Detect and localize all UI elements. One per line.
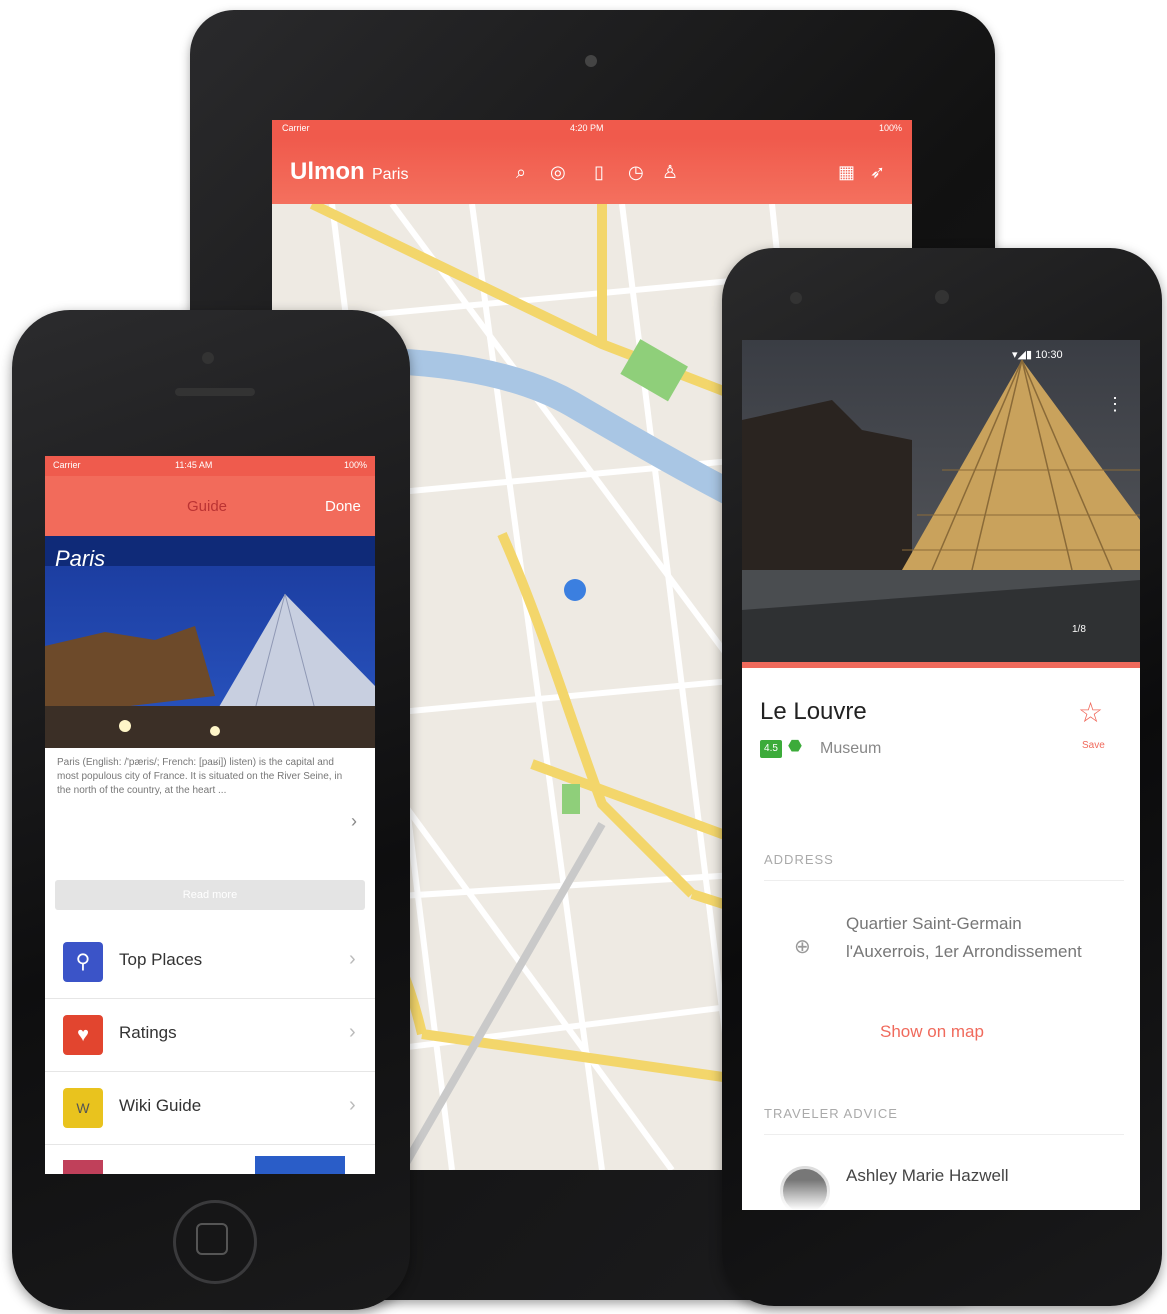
city-name: Paris (55, 546, 106, 571)
read-more-button[interactable]: Read more (55, 880, 365, 910)
pin-icon: ⚲ (63, 942, 103, 982)
city-hero-image: Paris (45, 536, 375, 748)
android-screen: ▾◢▮ 10:30 ⋮ 1/8 Le Louvre 4.5 ⬣ Museum ☆… (742, 340, 1140, 1210)
android-camera (935, 290, 949, 304)
museum-icon: ⬣ (788, 738, 802, 755)
address-text: Quartier Saint-Germain l'Auxerrois, 1er … (846, 914, 1082, 961)
star-icon[interactable]: ☆ (1078, 696, 1103, 729)
iphone-status-bar: Carrier 11:45 AM 100% (45, 456, 375, 476)
place-hero-image[interactable]: ▾◢▮ 10:30 ⋮ 1/8 (742, 340, 1140, 662)
status-carrier: Carrier (53, 460, 81, 470)
android-sensor (790, 292, 802, 304)
list-item-ratings[interactable]: ♥ Ratings › (45, 999, 375, 1072)
place-category: Museum (820, 740, 882, 757)
chevron-right-icon: › (349, 1094, 356, 1116)
done-button[interactable]: Done (325, 498, 361, 515)
iphone-screen: Carrier 11:45 AM 100% Guide Done Paris P… (45, 456, 375, 1174)
status-time: 11:45 AM (175, 460, 213, 470)
list-item-top-places[interactable]: ⚲ Top Places › (45, 926, 375, 999)
compass-icon[interactable]: ◎ (550, 162, 566, 183)
list-item-wiki-guide[interactable]: W Wiki Guide › (45, 1072, 375, 1145)
scroll-fade (742, 1180, 1140, 1210)
divider (764, 880, 1124, 881)
divider (764, 1134, 1124, 1135)
heart-icon: ♥ (63, 1015, 103, 1055)
city-title: Paris (372, 166, 409, 183)
list-item-label: Ratings (119, 1023, 177, 1042)
nav-bar: Guide Done (45, 476, 375, 536)
place-title: Le Louvre (760, 698, 867, 725)
address-heading: ADDRESS (764, 852, 834, 867)
tablet-toolbar: Ulmon Paris ⌕ ◎ ▯ ◷ ♙ ▦ ➶ (272, 138, 912, 204)
tablet-camera (585, 55, 597, 67)
ad-banner[interactable] (255, 1156, 345, 1174)
nav-title: Guide (187, 498, 228, 515)
status-battery: 100% (343, 460, 367, 470)
status-carrier: Carrier (282, 123, 310, 133)
chevron-right-icon: › (349, 1021, 356, 1043)
book-icon[interactable]: ▯ (594, 162, 604, 183)
app-logo: Ulmon (290, 158, 365, 185)
clock-icon[interactable]: ◷ (628, 162, 644, 183)
overflow-menu-icon[interactable]: ⋮ (1106, 394, 1124, 415)
search-icon[interactable]: ⌕ (516, 162, 526, 183)
list-item-partial[interactable] (45, 1156, 375, 1174)
photo-counter: 1/8 (1072, 624, 1086, 635)
home-button-icon (196, 1223, 228, 1255)
status-time: 4:20 PM (570, 123, 604, 133)
android-status-bar: ▾◢▮ 10:30 (1012, 349, 1063, 361)
list-item-label: Wiki Guide (119, 1096, 202, 1115)
grid-icon[interactable]: ▦ (838, 162, 855, 183)
save-button[interactable]: Save (1082, 740, 1105, 751)
tablet-status-bar: Carrier 4:20 PM 100% (272, 120, 912, 138)
rating-badge: 4.5 (760, 740, 782, 758)
wikivoyage-icon: W (63, 1088, 103, 1128)
person-icon[interactable]: ♙ (662, 162, 678, 183)
list-item-icon (63, 1160, 103, 1174)
location-pin-icon: ⊕ (794, 936, 811, 958)
status-battery: 100% (878, 123, 902, 133)
accent-bar (742, 662, 1140, 668)
city-description[interactable]: Paris (English: /'pæris/; French: [paʁi]… (57, 756, 347, 798)
list-item-label: Top Places (119, 950, 203, 969)
iphone-speaker (175, 388, 255, 396)
chevron-right-icon[interactable]: › (351, 811, 357, 832)
location-arrow-icon[interactable]: ➶ (870, 162, 885, 183)
show-on-map-link[interactable]: Show on map (880, 1022, 984, 1042)
chevron-right-icon: › (349, 948, 356, 970)
iphone-camera (202, 352, 214, 364)
traveler-advice-heading: TRAVELER ADVICE (764, 1106, 898, 1121)
